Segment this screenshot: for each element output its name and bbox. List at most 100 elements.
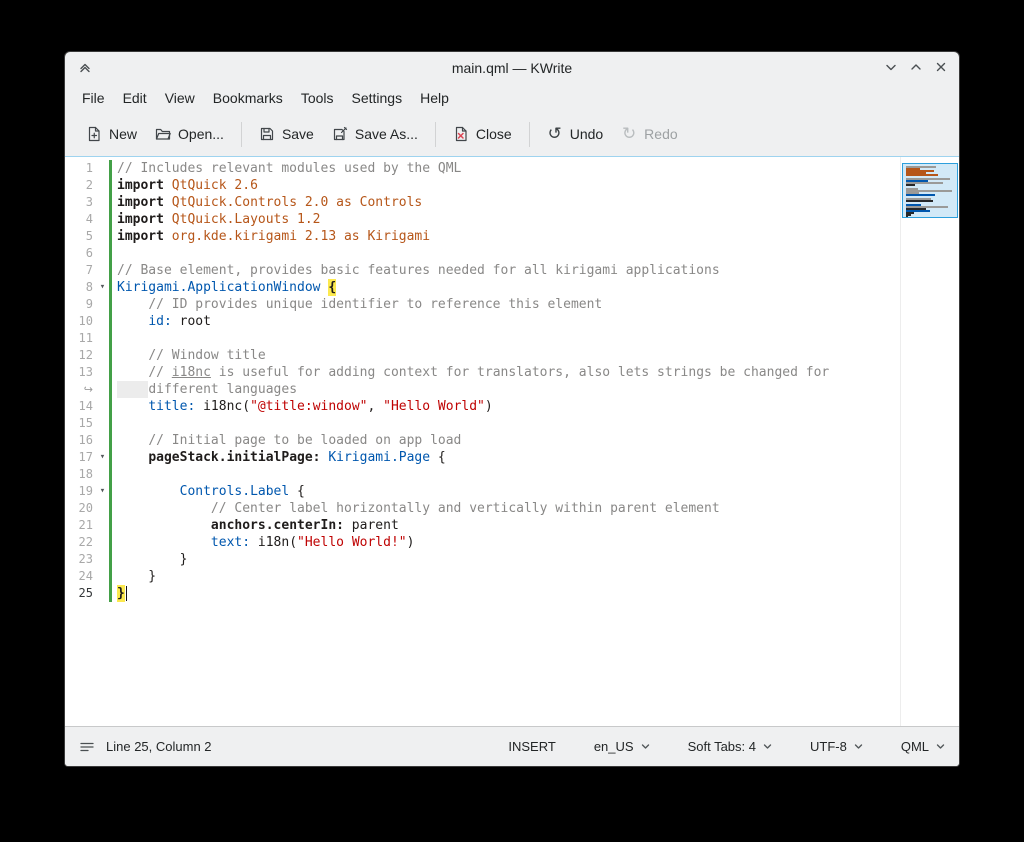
chevron-down-icon (641, 742, 650, 751)
line-number: 5 (65, 228, 96, 245)
fold-column (96, 177, 109, 194)
line-number: 10 (65, 313, 96, 330)
line-gutter: 7 (65, 262, 112, 279)
statusbar-left: Line 25, Column 2 (79, 739, 212, 755)
fold-column (96, 211, 109, 228)
minimap-line (906, 216, 908, 218)
tab-settings-select[interactable]: Soft Tabs: 4 (688, 739, 772, 754)
document-close-icon (453, 126, 469, 142)
close-window-button[interactable] (933, 59, 949, 75)
fold-arrow-icon[interactable]: ▾ (96, 279, 109, 296)
minimap-scrollbar[interactable] (900, 157, 959, 726)
fold-column (96, 534, 109, 551)
minimap-line (906, 184, 915, 186)
menu-file[interactable]: File (73, 86, 114, 110)
menu-view[interactable]: View (156, 86, 204, 110)
line-number: 20 (65, 500, 96, 517)
fold-column (96, 228, 109, 245)
code-line: 1// Includes relevant modules used by th… (65, 160, 900, 177)
line-gutter: 1 (65, 160, 112, 177)
save-button-label: Save (282, 126, 314, 142)
save-as-button[interactable]: Save As... (323, 119, 427, 149)
line-number: 3 (65, 194, 96, 211)
code-line-wrapped: ↪ different languages (65, 381, 900, 398)
code-text (112, 415, 900, 432)
line-gutter: 14 (65, 398, 112, 415)
line-gutter: 22 (65, 534, 112, 551)
fold-arrow-icon[interactable]: ▾ (96, 483, 109, 500)
line-gutter: 2 (65, 177, 112, 194)
encoding-select[interactable]: UTF-8 (810, 739, 863, 754)
fold-column (96, 330, 109, 347)
undo-icon: ↺ (547, 126, 563, 142)
dictionary-select[interactable]: en_US (594, 739, 650, 754)
encoding-label: UTF-8 (810, 739, 847, 754)
code-line: 12 // Window title (65, 347, 900, 364)
line-gutter: 16 (65, 432, 112, 449)
line-number: 17 (65, 449, 96, 466)
line-number: 15 (65, 415, 96, 432)
maximize-button[interactable] (908, 59, 924, 75)
close-button[interactable]: Close (444, 119, 521, 149)
line-number: 14 (65, 398, 96, 415)
line-gutter: 9 (65, 296, 112, 313)
fold-column (96, 500, 109, 517)
code-line: 14 title: i18nc("@title:window", "Hello … (65, 398, 900, 415)
code-line: 10 id: root (65, 313, 900, 330)
menu-tools[interactable]: Tools (292, 86, 343, 110)
minimap-viewport[interactable] (902, 163, 958, 218)
code-text (112, 330, 900, 347)
text-editor[interactable]: 1// Includes relevant modules used by th… (65, 157, 900, 726)
fold-column (96, 432, 109, 449)
window-title: main.qml — KWrite (65, 60, 959, 76)
code-line: 15 (65, 415, 900, 432)
cursor-position[interactable]: Line 25, Column 2 (106, 739, 212, 754)
menu-help[interactable]: Help (411, 86, 458, 110)
line-gutter: 25 (65, 585, 112, 602)
code-text: // ID provides unique identifier to refe… (112, 296, 900, 313)
code-line: 22 text: i18n("Hello World!") (65, 534, 900, 551)
fold-arrow-icon[interactable]: ▾ (96, 449, 109, 466)
line-number: 21 (65, 517, 96, 534)
code-line: 13 // i18nc is useful for adding context… (65, 364, 900, 381)
undo-button[interactable]: ↺ Undo (538, 119, 612, 149)
fold-column (96, 160, 109, 177)
code-line: 8▾Kirigami.ApplicationWindow { (65, 279, 900, 296)
line-number: 7 (65, 262, 96, 279)
code-line: 18 (65, 466, 900, 483)
line-gutter: 19▾ (65, 483, 112, 500)
save-button[interactable]: Save (250, 119, 323, 149)
new-button[interactable]: New (77, 119, 146, 149)
line-number: 11 (65, 330, 96, 347)
code-text: // Window title (112, 347, 900, 364)
text-lines-icon (79, 739, 95, 755)
line-gutter: 20 (65, 500, 112, 517)
menu-edit[interactable]: Edit (114, 86, 156, 110)
fold-column (96, 517, 109, 534)
titlebar[interactable]: main.qml — KWrite (65, 52, 959, 83)
code-line: 3import QtQuick.Controls 2.0 as Controls (65, 194, 900, 211)
code-text (112, 466, 900, 483)
new-button-label: New (109, 126, 137, 142)
code-text: } (112, 551, 900, 568)
minimize-button[interactable] (883, 59, 899, 75)
input-mode-button[interactable]: INSERT (508, 739, 555, 754)
menu-bookmarks[interactable]: Bookmarks (204, 86, 292, 110)
menubar: File Edit View Bookmarks Tools Settings … (65, 83, 959, 112)
line-number: 4 (65, 211, 96, 228)
toolbar-separator (241, 122, 242, 147)
line-gutter: 23 (65, 551, 112, 568)
toolbar-separator (529, 122, 530, 147)
redo-icon: ↻ (621, 126, 637, 142)
syntax-mode-select[interactable]: QML (901, 739, 945, 754)
open-button[interactable]: Open... (146, 119, 233, 149)
line-number: 23 (65, 551, 96, 568)
line-number: 8 (65, 279, 96, 296)
code-line: 4import QtQuick.Layouts 1.2 (65, 211, 900, 228)
code-text: Kirigami.ApplicationWindow { (112, 279, 900, 296)
fold-column (96, 415, 109, 432)
line-gutter: 15 (65, 415, 112, 432)
code-text: // Initial page to be loaded on app load (112, 432, 900, 449)
line-gutter: 5 (65, 228, 112, 245)
menu-settings[interactable]: Settings (343, 86, 412, 110)
